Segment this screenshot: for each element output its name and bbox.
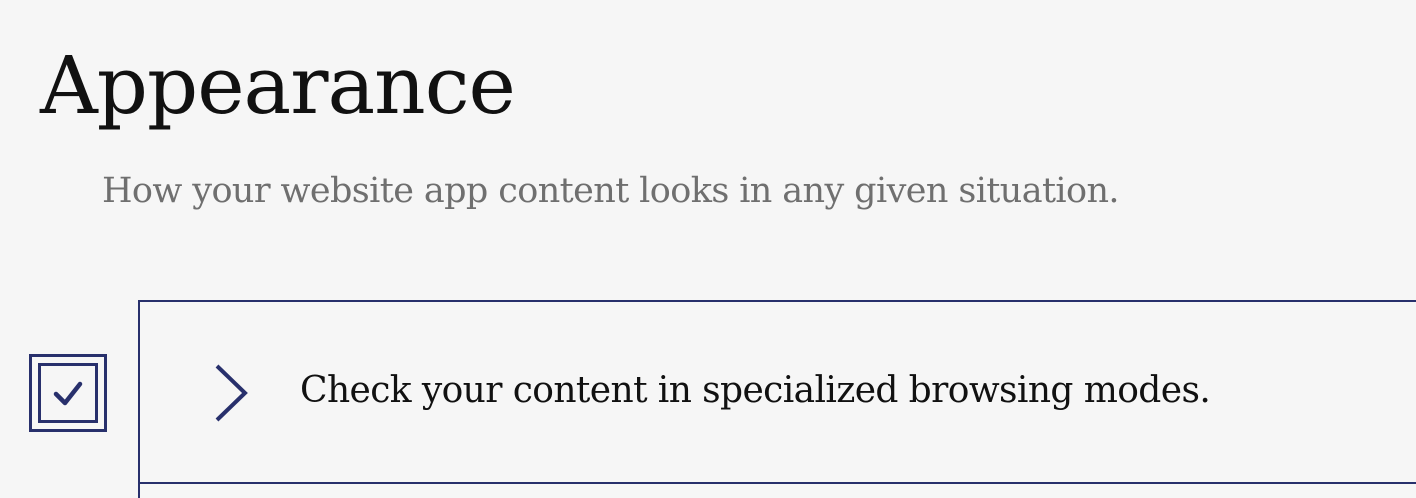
checklist-item-accordion[interactable]: Check your content in specialized browsi… [138,300,1416,484]
checkmark-icon [53,381,83,406]
page-title: Appearance [40,39,516,132]
checklist-item-checkbox[interactable] [29,354,107,432]
checkbox-inner-frame [38,363,98,423]
chevron-right-icon [212,362,252,424]
page-subtitle: How your website app content looks in an… [102,171,1120,211]
checklist-item-label: Check your content in specialized browsi… [300,370,1211,411]
next-accordion-item [138,484,1416,498]
